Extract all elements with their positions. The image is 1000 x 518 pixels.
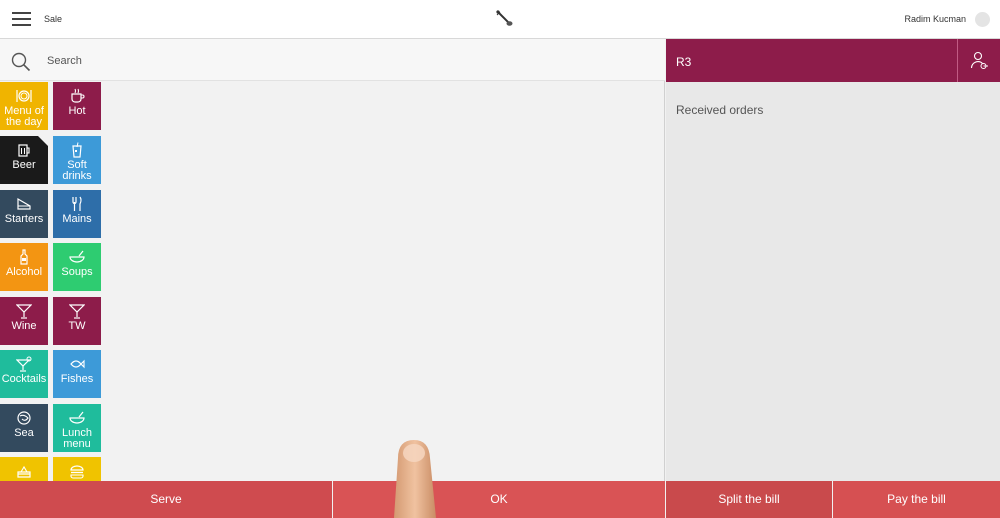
category-grid: Menu of the day Hot Beer Soft drinks Sta… (0, 82, 104, 481)
pay-bill-button[interactable]: Pay the bill (833, 481, 1000, 518)
burger-icon (70, 465, 84, 479)
category-label: TW (68, 320, 86, 332)
category-label: Soups (61, 266, 93, 278)
category-menu-of-the-day[interactable]: Menu of the day (0, 82, 48, 130)
category-label: Hot (68, 105, 86, 117)
soda-glass-icon (72, 142, 82, 158)
user-avatar[interactable] (975, 12, 990, 27)
search-bar (0, 39, 665, 81)
customer-add-button[interactable] (957, 39, 1000, 82)
shell-icon (17, 411, 31, 425)
soup-bowl-icon (69, 250, 85, 263)
order-panel: Received orders (666, 82, 1000, 481)
received-orders-label: Received orders (676, 103, 764, 117)
category-sea[interactable]: Sea (0, 404, 48, 452)
category-label: Menu of the day (4, 105, 44, 128)
category-starters[interactable]: Starters (0, 190, 48, 238)
split-bill-button[interactable]: Split the bill (666, 481, 832, 518)
app-title: Sale (44, 14, 63, 24)
category-lunch-menu[interactable]: Lunch menu (53, 404, 101, 452)
search-icon[interactable] (11, 52, 31, 72)
martini-glass-icon (69, 304, 85, 319)
action-bar: Serve OK Split the bill Pay the bill (0, 481, 1000, 518)
fork-knife-icon (72, 196, 82, 211)
category-soups[interactable]: Soups (53, 243, 101, 291)
top-bar: Sale Radim Kucman (0, 0, 1000, 39)
coffee-cup-icon (71, 88, 85, 103)
category-label: Wine (11, 320, 37, 332)
category-partial-1[interactable] (0, 457, 48, 481)
category-tw[interactable]: TW (53, 297, 101, 345)
category-fishes[interactable]: Fishes (53, 350, 101, 398)
category-beer[interactable]: Beer (0, 136, 48, 184)
category-alcohol[interactable]: Alcohol (0, 243, 48, 291)
order-name[interactable]: R3 (676, 55, 691, 69)
search-input[interactable] (47, 53, 447, 69)
fish-icon (70, 359, 85, 369)
category-mains[interactable]: Mains (53, 190, 101, 238)
serve-button[interactable]: Serve (0, 481, 332, 518)
category-label: Fishes (60, 373, 94, 385)
order-header: R3 (666, 39, 1000, 82)
customer-add-icon (970, 51, 988, 69)
category-label: Starters (4, 213, 44, 225)
category-label: Mains (62, 213, 92, 225)
product-panel: Menu of the day Hot Beer Soft drinks Sta… (0, 39, 665, 481)
category-soft-drinks[interactable]: Soft drinks (53, 136, 101, 184)
cheese-slice-icon (17, 197, 31, 210)
category-label: Beer (12, 159, 36, 171)
category-label: Alcohol (5, 266, 43, 278)
cocktail-icon (16, 356, 32, 372)
beer-mug-icon (18, 144, 30, 157)
category-label: Sea (14, 427, 34, 439)
martini-glass-icon (16, 304, 32, 319)
category-label: Cocktails (1, 373, 47, 385)
hamburger-menu-icon[interactable] (12, 12, 31, 26)
plate-cutlery-icon (16, 90, 32, 102)
cake-icon (17, 465, 31, 478)
category-hot[interactable]: Hot (53, 82, 101, 130)
category-label: Lunch menu (62, 427, 92, 450)
guitar-logo-icon (496, 10, 513, 26)
category-wine[interactable]: Wine (0, 297, 48, 345)
soup-bowl-icon (69, 411, 85, 424)
category-label: Soft drinks (62, 159, 92, 182)
user-name[interactable]: Radim Kucman (904, 14, 966, 24)
bottle-icon (20, 249, 28, 265)
ok-button[interactable]: OK (333, 481, 665, 518)
category-partial-2[interactable] (53, 457, 101, 481)
category-cocktails[interactable]: Cocktails (0, 350, 48, 398)
